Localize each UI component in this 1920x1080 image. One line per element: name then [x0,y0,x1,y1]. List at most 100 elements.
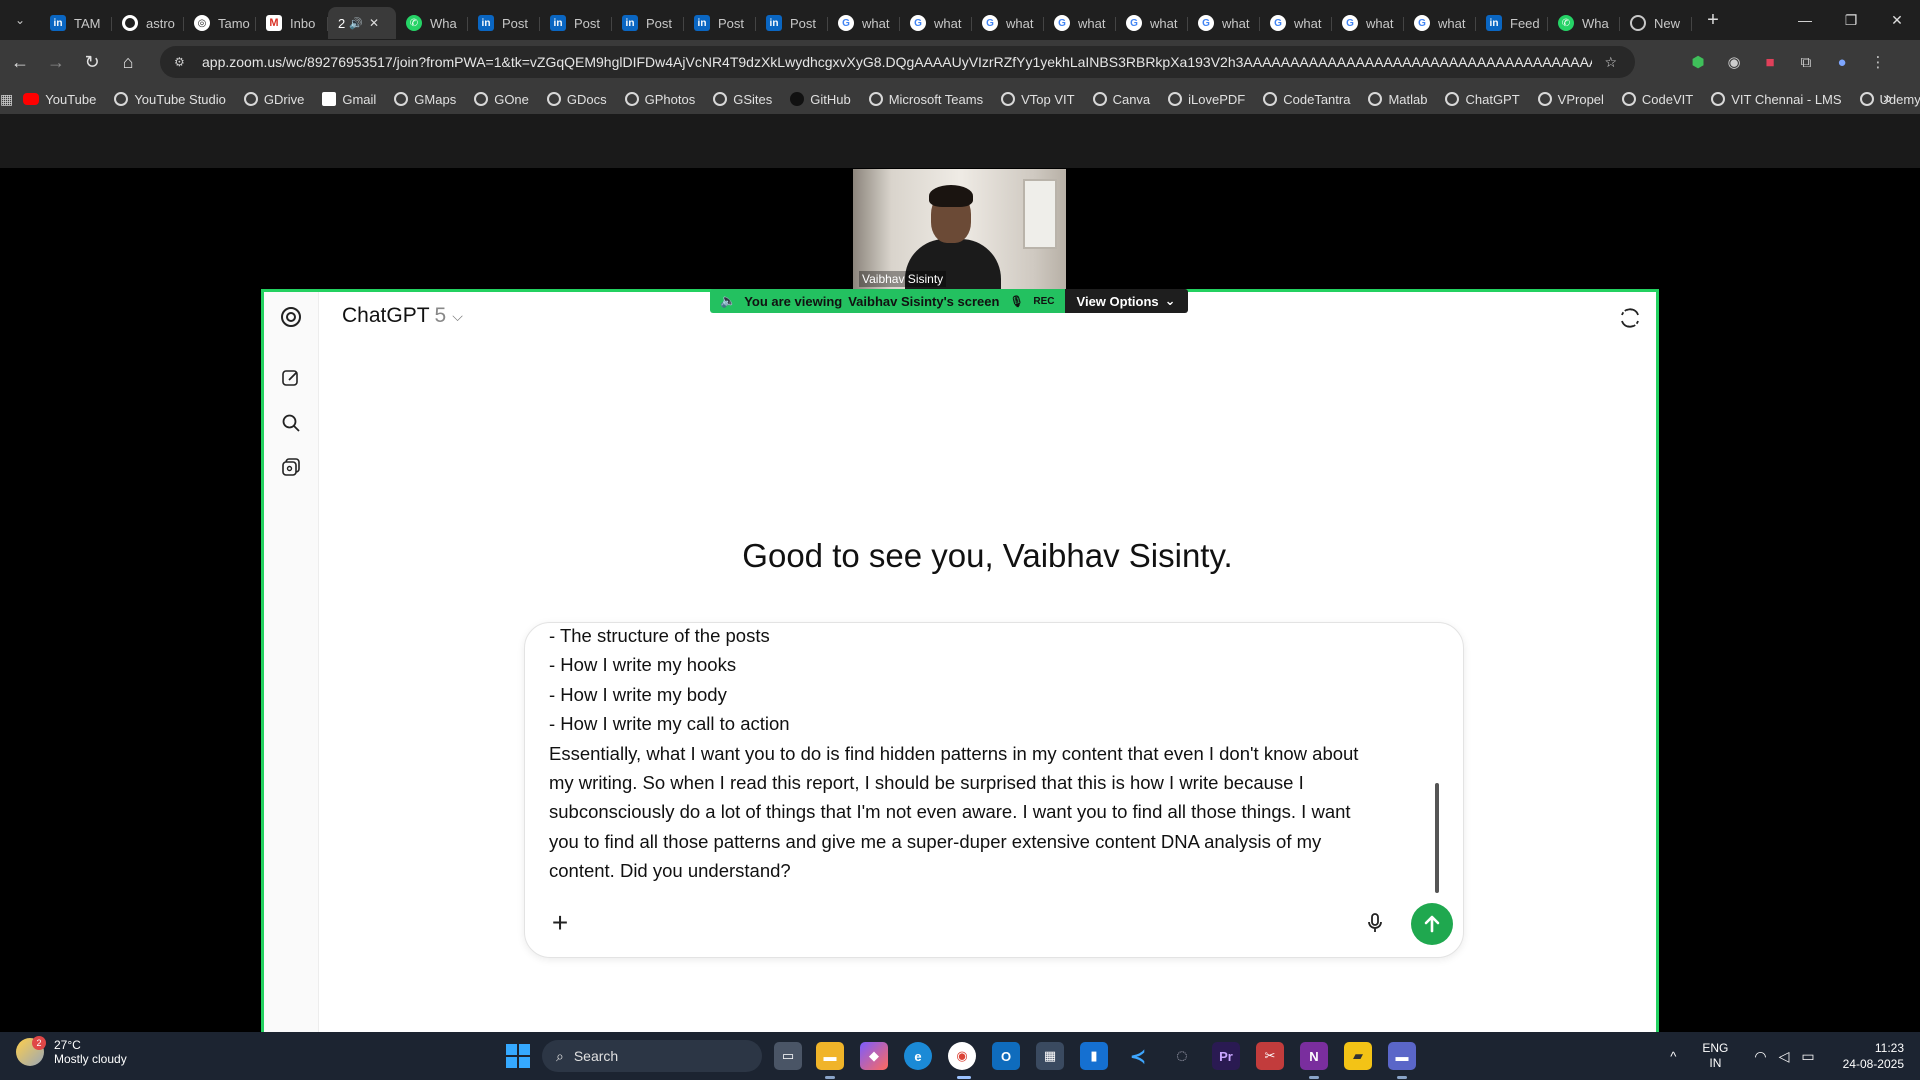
tab[interactable]: Gwhat [1260,7,1332,39]
vscode-icon[interactable]: ≺ [1124,1042,1152,1070]
minimize-button[interactable]: — [1782,0,1828,40]
bookmark-item[interactable]: Matlab [1368,92,1427,107]
bookmark-item[interactable]: GPhotos [624,92,695,107]
app-icon[interactable]: ▮ [1080,1042,1108,1070]
add-attachment-button[interactable]: + [545,909,575,939]
tab[interactable]: astro [112,7,184,39]
github-desktop-icon[interactable]: ◌ [1168,1042,1196,1070]
task-view-icon[interactable]: ▭ [774,1042,802,1070]
new-tab-button[interactable]: + [1698,5,1728,35]
site-info-icon[interactable]: ⚙ [174,55,192,69]
openai-logo-icon[interactable] [278,304,304,330]
chevron-up-icon[interactable]: ^ [1670,1049,1676,1064]
snipping-tool-icon[interactable]: ✂ [1256,1042,1284,1070]
tab[interactable]: ◎ Tamo [184,7,256,39]
pocket-extension-icon[interactable]: ■ [1752,54,1788,71]
address-bar[interactable]: ⚙ app.zoom.us/wc/89276953517/join?fromPW… [160,46,1635,78]
bookmark-item[interactable]: Gmail [322,92,376,107]
bookmark-item[interactable]: GitHub [790,92,851,107]
bookmark-item[interactable]: ChatGPT [1445,92,1520,107]
tab-active[interactable]: 2 🔊 ✕ [328,7,396,39]
tab[interactable]: M Inbo [256,7,328,39]
tab[interactable]: Gwhat [828,7,900,39]
taskbar-search[interactable]: ⌕ Search [542,1040,762,1072]
close-window-button[interactable]: ✕ [1874,0,1920,40]
restore-button[interactable]: ❐ [1828,0,1874,40]
bookmark-item[interactable]: VIT Chennai - LMS [1711,92,1842,107]
composer-text[interactable]: - The structure of the posts - How I writ… [549,623,1429,886]
bookmark-item[interactable]: CodeTantra [1263,92,1350,107]
message-composer[interactable]: - The structure of the posts - How I writ… [524,622,1464,958]
store-icon[interactable]: ▦ [1036,1042,1064,1070]
language-indicator[interactable]: ENG IN [1702,1041,1728,1071]
library-icon[interactable] [278,454,304,480]
microphone-icon[interactable] [1363,911,1389,937]
participant-video-tile[interactable]: Vaibhav Sisinty [853,169,1066,293]
search-chats-icon[interactable] [278,410,304,436]
premiere-pro-icon[interactable]: Pr [1212,1042,1240,1070]
outlook-icon[interactable]: O [992,1042,1020,1070]
tab-close-icon[interactable]: ✕ [369,16,379,30]
edge-icon[interactable]: e [904,1042,932,1070]
tab[interactable]: Gwhat [1404,7,1476,39]
bookmark-item[interactable]: CodeVIT [1621,92,1693,107]
onenote-icon[interactable]: N [1300,1042,1328,1070]
url-text[interactable]: app.zoom.us/wc/89276953517/join?fromPWA=… [202,54,1592,70]
tab[interactable]: Gwhat [900,7,972,39]
windows-start-icon[interactable] [506,1044,530,1068]
forward-button[interactable]: → [38,44,74,80]
profile-avatar[interactable]: ● [1824,54,1860,71]
volume-icon[interactable]: ◁ [1779,1048,1790,1065]
tab[interactable]: in TAM [40,7,112,39]
tab[interactable]: New [1620,7,1692,39]
back-button[interactable]: ← [2,44,38,80]
battery-icon[interactable]: ▭ [1801,1048,1814,1065]
tab[interactable]: in Post [756,7,828,39]
bookmark-item[interactable]: GDrive [243,92,304,107]
tab-audio-icon[interactable]: 🔊 [349,17,363,30]
tab-search-icon[interactable]: ⌄ [0,0,40,40]
send-button[interactable] [1411,903,1453,945]
weather-widget[interactable]: 2 27°C Mostly cloudy [16,1036,127,1066]
bookmark-item[interactable]: Microsoft Teams [868,92,983,107]
bookmark-item[interactable]: GSites [713,92,772,107]
bookmark-item[interactable]: GMaps [394,92,456,107]
chrome-icon[interactable]: ◉ [948,1042,976,1070]
bookmark-item[interactable]: GDocs [546,92,607,107]
wifi-icon[interactable]: ◠ [1754,1048,1766,1065]
bookmark-item[interactable]: YouTube [23,92,96,107]
bookmark-item[interactable]: YouTube Studio [114,92,226,107]
copilot-icon[interactable]: ◆ [860,1042,888,1070]
clock[interactable]: 11:23 24-08-2025 [1843,1040,1904,1072]
sticky-notes-icon[interactable]: ▰ [1344,1042,1372,1070]
reload-button[interactable]: ↻ [74,44,110,80]
tab[interactable]: Gwhat [972,7,1044,39]
browser-menu-icon[interactable]: ⋮ [1860,53,1896,71]
shield-extension-icon[interactable]: ⬢ [1680,53,1716,71]
tab[interactable]: in Post [540,7,612,39]
model-switcher[interactable]: ChatGPT 5 ⌵ [342,304,463,328]
zoom-app-icon[interactable]: ▬ [1388,1042,1416,1070]
bookmark-item[interactable]: iLovePDF [1168,92,1245,107]
tab[interactable]: Gwhat [1116,7,1188,39]
bookmark-item[interactable]: VTop VIT [1001,92,1075,107]
view-options-button[interactable]: View Options ⌄ [1064,289,1188,313]
camera-extension-icon[interactable]: ◉ [1716,53,1752,71]
composer-scrollbar[interactable] [1435,783,1439,893]
bookmark-item[interactable]: VPropel [1537,92,1604,107]
bookmark-item[interactable]: GOne [474,92,529,107]
extensions-puzzle-icon[interactable]: ⧉ [1788,54,1824,71]
tab[interactable]: ✆ Wha [396,7,468,39]
tab[interactable]: in Post [684,7,756,39]
new-chat-icon[interactable] [278,365,304,391]
bookmark-star-icon[interactable]: ☆ [1604,54,1617,71]
tab[interactable]: in Post [468,7,540,39]
tab[interactable]: Gwhat [1044,7,1116,39]
tab[interactable]: in Post [612,7,684,39]
home-button[interactable]: ⌂ [110,44,146,80]
tab[interactable]: ✆ Wha [1548,7,1620,39]
file-explorer-icon[interactable]: ▬ [816,1042,844,1070]
more-bookmarks-icon[interactable]: » [1883,90,1892,108]
bookmark-item[interactable]: Canva [1092,92,1150,107]
tab[interactable]: Gwhat [1188,7,1260,39]
